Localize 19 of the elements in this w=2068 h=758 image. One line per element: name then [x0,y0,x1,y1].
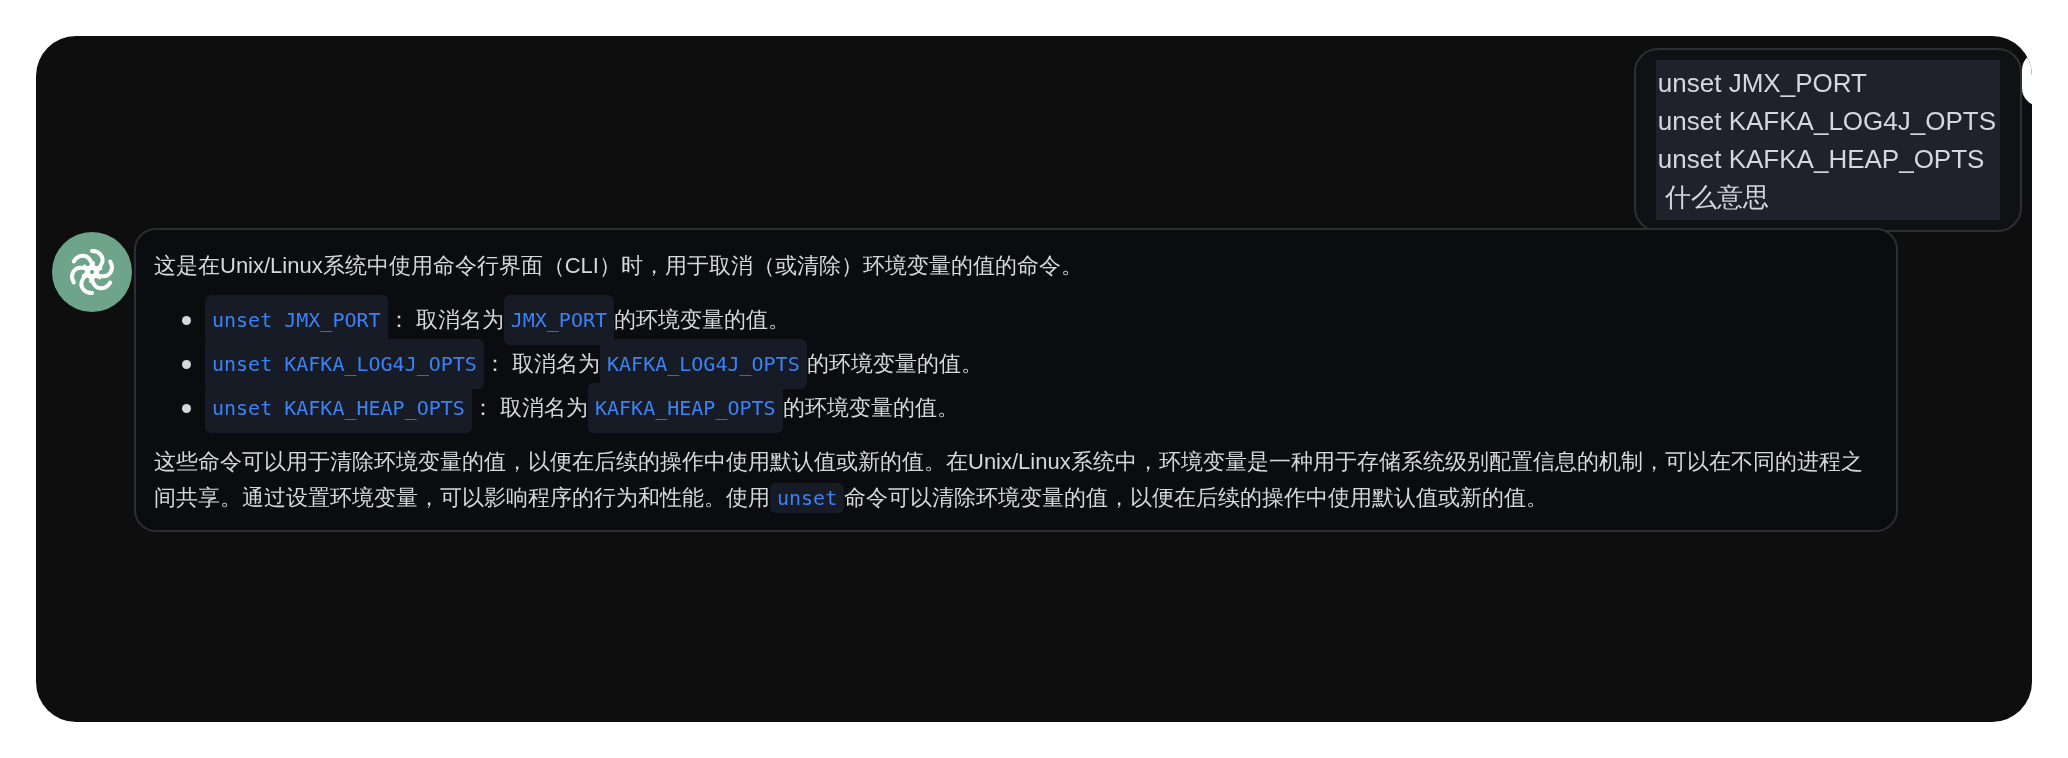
bullet-icon [182,403,191,413]
inline-code: KAFKA_HEAP_OPTS [588,383,783,433]
inline-code: JMX_PORT [503,295,615,345]
bullet-text: 的环境变量的值。 [782,394,959,422]
bullet-text: ： 取消名为 [471,394,588,422]
inline-code: unset KAFKA_HEAP_OPTS [205,383,472,433]
user-message-line: unset KAFKA_LOG4J_OPTS [1657,105,1996,138]
bullet-text: 的环境变量的值。 [806,350,983,378]
intro-text: 这是在Unix/Linux系统中使用命令行界面（CLI）时，用于取消（或清除）环境变量的值的命令。 [154,252,1083,280]
bullet-text: ： 取消名为 [387,306,504,334]
bullet-text: ： 取消名为 [483,350,601,378]
user-message-line: 什么意思 [1664,181,1770,214]
bullet-icon [182,359,191,369]
bullet-icon [182,315,191,325]
user-message-line: unset JMX_PORT [1657,67,1867,100]
bullet-text: 的环境变量的值。 [614,306,791,334]
user-message-line: unset KAFKA_HEAP_OPTS [1657,143,1985,176]
inline-code: unset [770,483,845,513]
paragraph-text: 这些命令可以用于清除环境变量的值，以便在后续的操作中使用默认值或新的值。在Unix/Linux系统中，环境变量是一种用于存储系统级别配置信息的机制，可以在不同的进程之间共享。通过设置环境变量，可以影响程序的行为和性能。使用 unset 命令可以清除环境变量的值，以便在后续的操作中使用默认值或新的值。 [154,440,1876,516]
